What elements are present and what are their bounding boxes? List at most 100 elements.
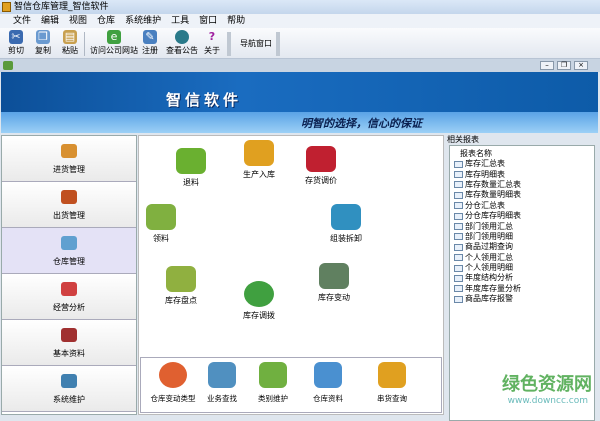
menu-edit[interactable]: 编辑 [36, 14, 64, 28]
register-icon: ✎ [143, 30, 157, 44]
sidebar-item-sales[interactable]: 出货管理 [2, 182, 136, 228]
ie-icon: e [107, 30, 121, 44]
report-item-label: 库存汇总表 [465, 159, 505, 169]
register-button[interactable]: ✎ 注册 [142, 30, 158, 56]
report-chart-icon [454, 254, 463, 262]
report-item-label: 分仓库存明细表 [465, 211, 521, 221]
report-chart-icon [454, 264, 463, 272]
menu-system[interactable]: 系统维护 [120, 14, 166, 28]
visit-website-button[interactable]: e 访问公司网站 [90, 30, 138, 56]
warehouse-data-button[interactable]: 仓库资料 [299, 362, 357, 404]
report-chart-icon [454, 295, 463, 303]
report-chart-icon [454, 274, 463, 282]
checklist-icon [319, 263, 349, 289]
minimize-button[interactable]: – [540, 61, 554, 70]
sidebar-item-label: 系统维护 [53, 395, 85, 404]
sidebar-item-analysis[interactable]: 经营分析 [2, 274, 136, 320]
about-button[interactable]: ? 关于 [204, 30, 220, 56]
sidebar-item-purchase[interactable]: 进货管理 [2, 136, 136, 182]
report-item-label: 部门领用明细 [465, 231, 513, 241]
return-material-button[interactable]: 退料 [161, 148, 221, 188]
tools-icon [61, 374, 77, 388]
globe-icon [175, 30, 189, 44]
item-label: 库存调拨 [243, 311, 275, 320]
report-item[interactable]: 库存数量汇总表 [454, 180, 590, 190]
child-window-icon [3, 61, 13, 70]
report-item-label: 库存数量汇总表 [465, 179, 521, 189]
stock-count-icon [166, 266, 196, 292]
stock-count-button[interactable]: 库存盘点 [151, 266, 211, 306]
cut-button[interactable]: ✂ 剪切 [8, 30, 24, 56]
menu-file[interactable]: 文件 [8, 14, 36, 28]
report-chart-icon [454, 171, 463, 179]
report-item[interactable]: 个人领用汇总 [454, 253, 590, 263]
item-label: 退料 [183, 178, 199, 187]
copy-button[interactable]: ❐ 复制 [35, 30, 51, 56]
goods-query-button[interactable]: 串货查询 [363, 362, 421, 404]
business-search-button[interactable]: 业务查找 [193, 362, 251, 404]
category-maintain-button[interactable]: 类别维护 [244, 362, 302, 404]
sidebar-item-basic-data[interactable]: 基本资料 [2, 320, 136, 366]
report-item[interactable]: 分仓汇总表 [454, 201, 590, 211]
sidebar: 进货管理 出货管理 仓库管理 经营分析 基本资料 系统维护 [1, 135, 137, 415]
folder-icon [314, 362, 342, 388]
report-item[interactable]: 商品过期查询 [454, 242, 590, 252]
copy-label: 复制 [35, 46, 51, 55]
menu-window[interactable]: 窗口 [194, 14, 222, 28]
sidebar-item-label: 仓库管理 [53, 257, 85, 266]
report-item[interactable]: 年度库存量分析 [454, 284, 590, 294]
return-material-icon [176, 148, 206, 174]
toolbar-grip[interactable] [227, 32, 231, 56]
assembly-button[interactable]: 组装拆卸 [316, 204, 376, 244]
menu-tools[interactable]: 工具 [166, 14, 194, 28]
copy-icon: ❐ [36, 30, 50, 44]
nav-window-label: 导航窗口 [240, 39, 272, 48]
toolbar-grip[interactable] [276, 32, 280, 56]
report-item[interactable]: 商品库存报警 [454, 294, 590, 304]
report-item[interactable]: 库存数量明细表 [454, 190, 590, 200]
paste-button[interactable]: ▤ 粘贴 [62, 30, 78, 56]
report-item[interactable]: 部门领用汇总 [454, 221, 590, 231]
report-item[interactable]: 部门领用明细 [454, 232, 590, 242]
app-icon [2, 2, 11, 12]
item-label: 库存盘点 [165, 296, 197, 305]
paste-icon: ▤ [63, 30, 77, 44]
about-label: 关于 [204, 46, 220, 55]
report-item[interactable]: 年度结构分析 [454, 273, 590, 283]
report-chart-icon [454, 233, 463, 241]
truck-icon [61, 144, 77, 158]
report-chart-icon [454, 223, 463, 231]
cut-label: 剪切 [8, 46, 24, 55]
report-item-label: 个人领用明细 [465, 263, 513, 273]
menu-help[interactable]: 帮助 [222, 14, 250, 28]
sidebar-item-warehouse[interactable]: 仓库管理 [2, 228, 136, 274]
report-item-label: 年度库存量分析 [465, 283, 521, 293]
banner-band [1, 112, 598, 133]
requisition-button[interactable]: 领料 [131, 204, 191, 244]
stock-change-button[interactable]: 库存变动 [304, 263, 364, 303]
sidebar-item-label: 经营分析 [53, 303, 85, 312]
stock-transfer-button[interactable]: 库存调拨 [229, 281, 289, 321]
menu-view[interactable]: 视图 [64, 14, 92, 28]
item-label: 领料 [153, 234, 169, 243]
reports-column-header[interactable]: 报表名称 [454, 148, 590, 159]
menu-warehouse[interactable]: 仓库 [92, 14, 120, 28]
sidebar-item-system[interactable]: 系统维护 [2, 366, 136, 412]
price-tag-icon [306, 146, 336, 172]
report-item[interactable]: 分仓库存明细表 [454, 211, 590, 221]
category-cubes-icon [259, 362, 287, 388]
report-item[interactable]: 库存汇总表 [454, 159, 590, 169]
change-type-icon [159, 362, 187, 388]
books-icon [61, 190, 77, 204]
report-item[interactable]: 个人领用明细 [454, 263, 590, 273]
restore-button[interactable]: ❐ [557, 61, 571, 70]
report-item[interactable]: 库存明细表 [454, 169, 590, 179]
book-icon [61, 328, 77, 342]
sidebar-item-label: 基本资料 [53, 349, 85, 358]
production-in-button[interactable]: 生产入库 [229, 140, 289, 180]
price-adjust-button[interactable]: 存货调价 [291, 146, 351, 186]
nav-window-button[interactable]: 导航窗口 [240, 38, 272, 49]
close-button[interactable]: × [574, 61, 588, 70]
item-label: 生产入库 [243, 170, 275, 179]
view-notice-button[interactable]: 查看公告 [166, 30, 198, 56]
